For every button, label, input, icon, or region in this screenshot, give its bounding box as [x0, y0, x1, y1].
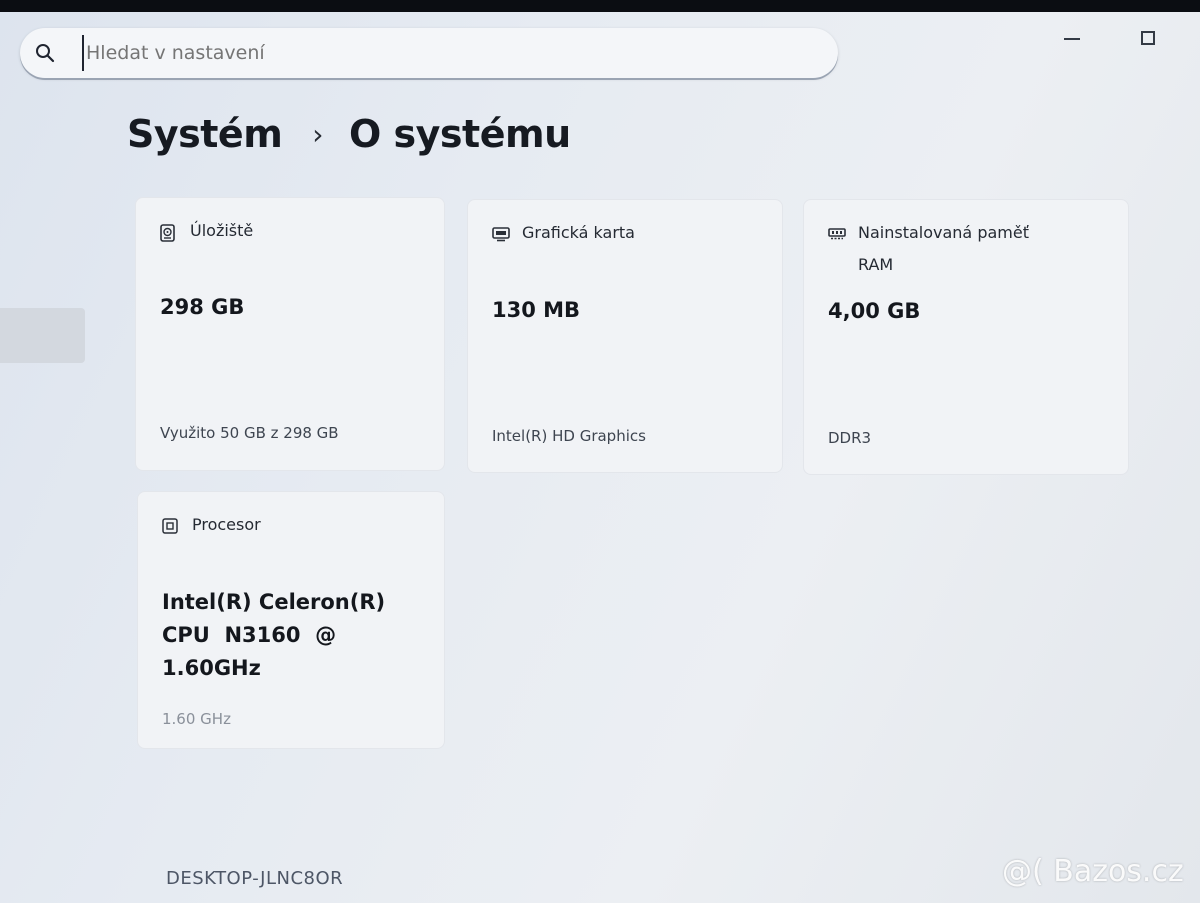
chevron-right-icon: › [312, 117, 323, 151]
cpu-card: Procesor Intel(R) Celeron(R) CPU N3160 @… [137, 491, 445, 749]
cpu-icon [162, 518, 178, 534]
storage-label: Úložiště [190, 221, 254, 240]
breadcrumb: Systém › O systému [127, 112, 571, 156]
page-title: O systému [349, 112, 571, 156]
storage-card: Úložiště 298 GB Využito 50 GB z 298 GB [135, 197, 445, 471]
cpu-detail: 1.60 GHz [162, 710, 231, 728]
ram-value: 4,00 GB [828, 299, 921, 323]
sidebar-selected-item[interactable] [0, 308, 85, 363]
storage-icon [160, 224, 176, 242]
maximize-button[interactable] [1136, 26, 1160, 50]
screen-bezel [0, 0, 1200, 12]
display-icon [492, 226, 510, 242]
search-box[interactable] [20, 28, 838, 78]
ram-detail: DDR3 [828, 429, 872, 447]
graphics-card: Grafická karta 130 MB Intel(R) HD Graphi… [467, 199, 783, 473]
search-input[interactable] [82, 35, 782, 71]
watermark: @( Bazos.cz [1002, 854, 1184, 889]
memory-icon [828, 226, 846, 242]
storage-value: 298 GB [160, 295, 245, 319]
graphics-value: 130 MB [492, 298, 581, 322]
graphics-detail: Intel(R) HD Graphics [492, 427, 646, 445]
cpu-label: Procesor [192, 515, 261, 534]
storage-detail: Využito 50 GB z 298 GB [160, 424, 339, 442]
ram-card: Nainstalovaná paměť RAM 4,00 GB DDR3 [803, 199, 1129, 475]
device-name: DESKTOP-JLNC8OR [166, 868, 344, 889]
minimize-button[interactable] [1060, 26, 1084, 50]
ram-label: Nainstalovaná paměť RAM [858, 223, 1029, 274]
breadcrumb-parent[interactable]: Systém [127, 112, 283, 156]
cpu-value: Intel(R) Celeron(R) CPU N3160 @ 1.60GHz [162, 590, 393, 680]
window-controls [1060, 26, 1160, 50]
minimize-icon [1064, 38, 1080, 40]
maximize-icon [1141, 31, 1155, 45]
graphics-label: Grafická karta [522, 223, 635, 242]
search-icon [20, 28, 70, 78]
